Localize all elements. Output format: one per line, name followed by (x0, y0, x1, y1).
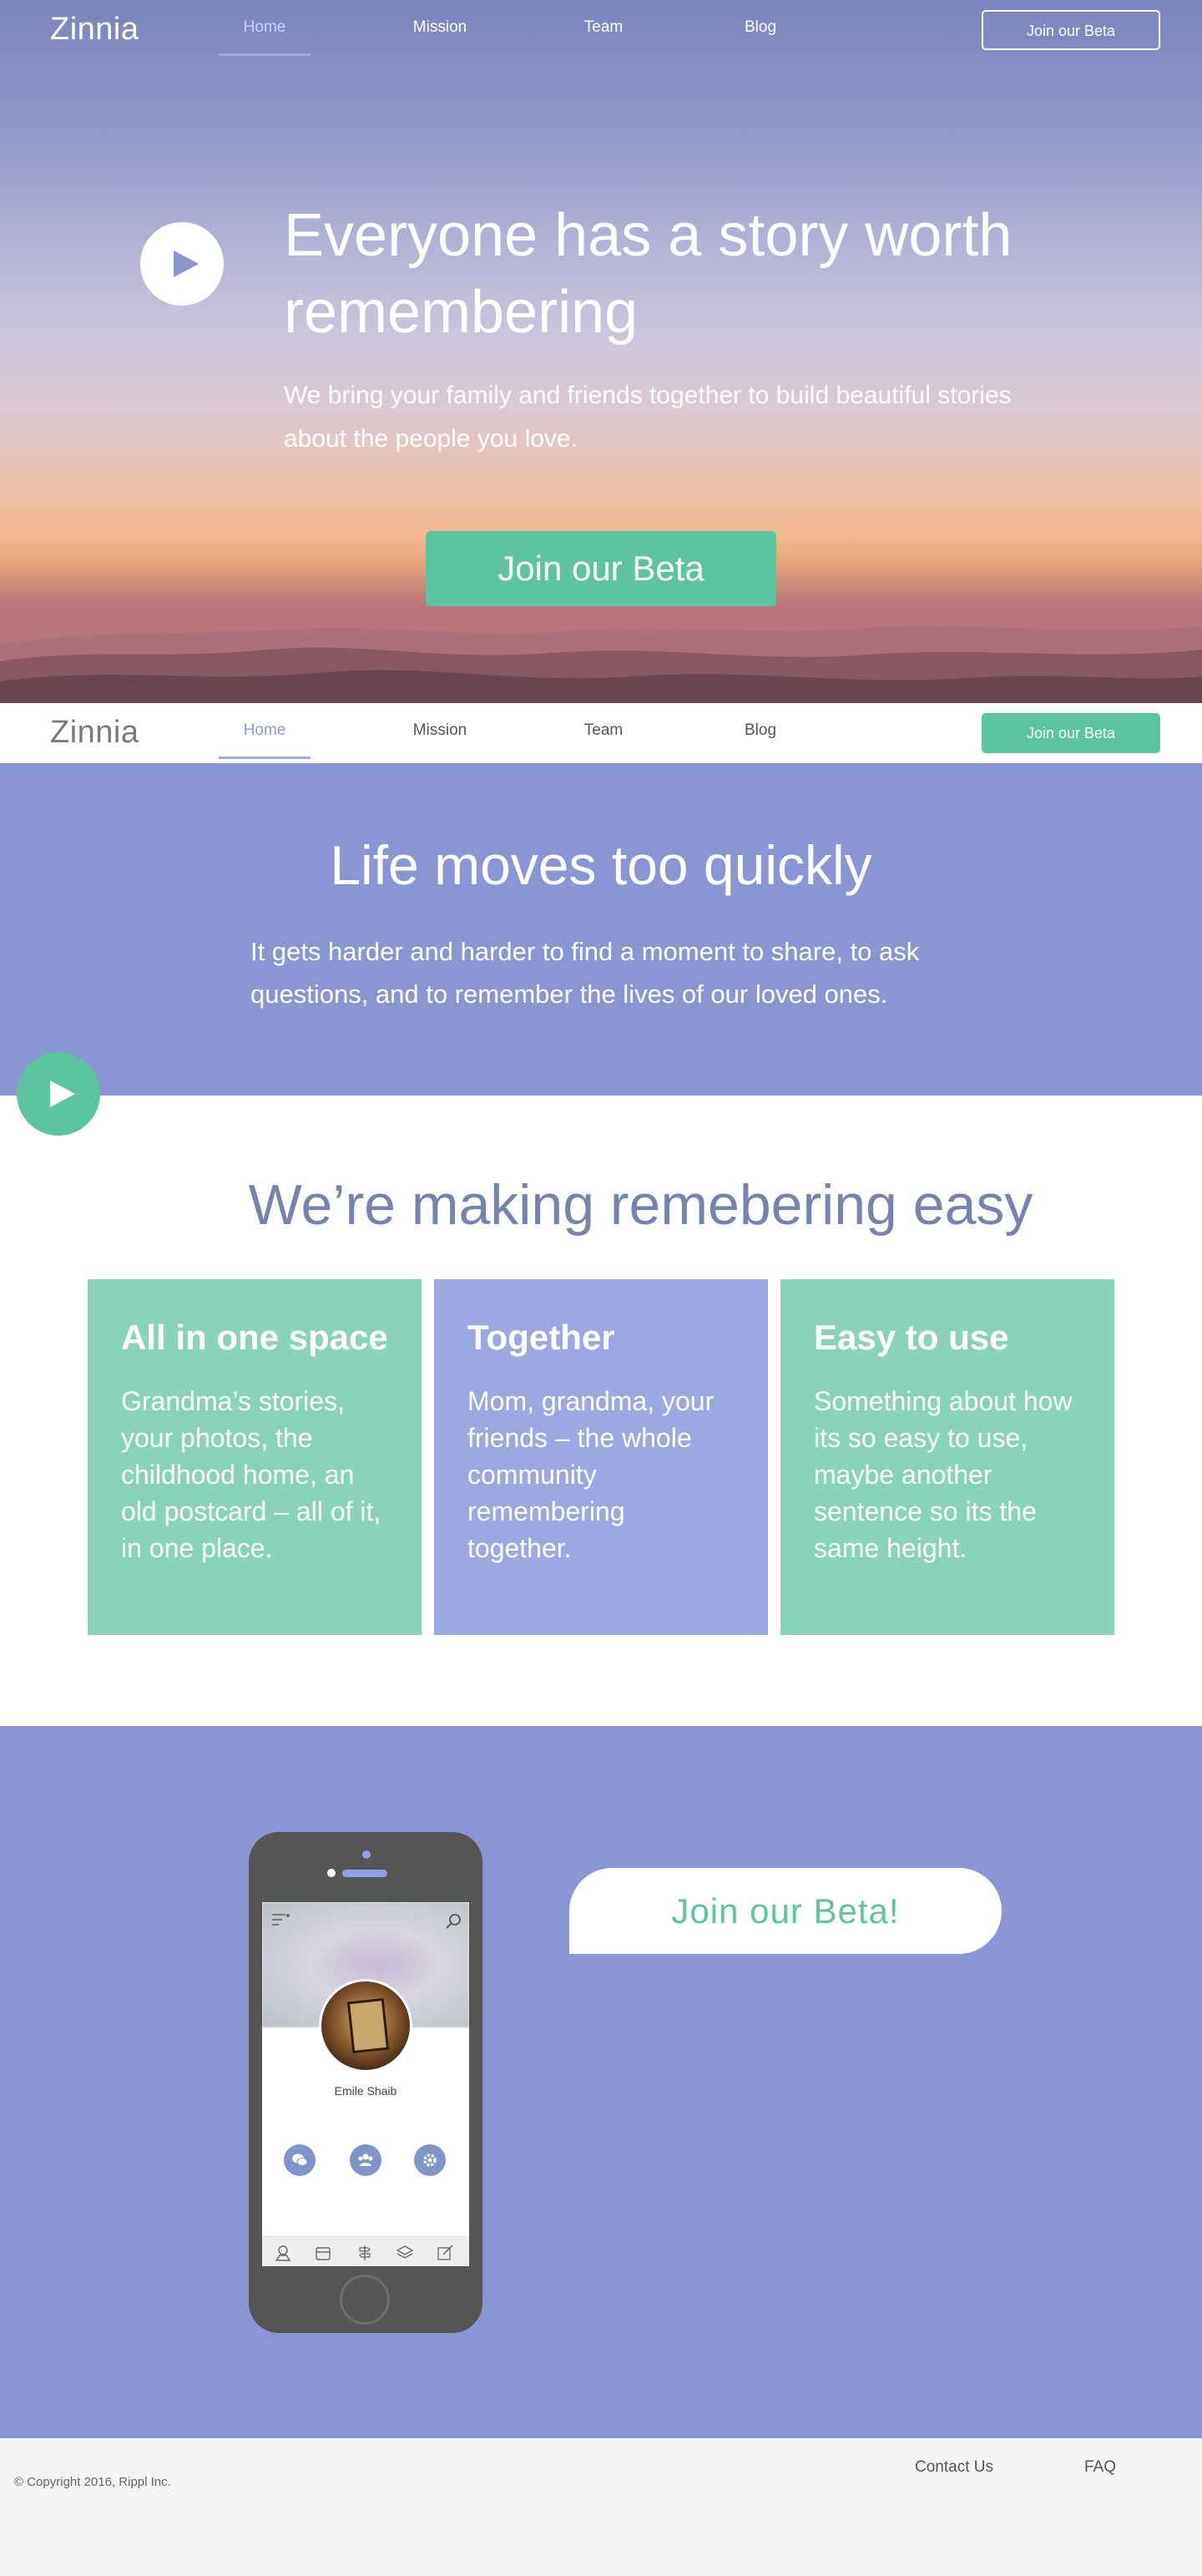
footer-link-contact[interactable]: Contact Us (915, 2458, 993, 2477)
nav-item-team[interactable]: Team (558, 18, 649, 37)
search-icon[interactable] (444, 1912, 462, 1931)
map-pin-icon[interactable] (274, 2244, 292, 2262)
brand-logo[interactable]: Zinnia (50, 12, 139, 48)
phone-tab-bar (262, 2236, 469, 2266)
phone-sensor (327, 1869, 336, 1877)
feature-card-body: Grandma’s stories, your photos, the chil… (121, 1386, 381, 1563)
feature-card-body: Something about how its so easy to use, … (814, 1386, 1073, 1563)
play-video-button[interactable] (140, 222, 224, 306)
feature-card: Easy to use Something about how its so e… (780, 1279, 1114, 1635)
join-beta-main-button[interactable]: Join our Beta! (569, 1868, 1002, 1954)
menu-icon[interactable] (270, 1912, 290, 1927)
sticky-navbar: Zinnia Home Mission Team Blog Join our B… (0, 703, 1202, 763)
life-body: It gets harder and harder to find a mome… (250, 937, 920, 1009)
beta-section: Emile Shaib Join our Beta! (0, 1726, 1202, 2438)
hero-title: Everyone has a story worth remembering (284, 202, 1013, 346)
signpost-icon[interactable] (356, 2244, 374, 2262)
feature-card-title: Together (467, 1318, 615, 1357)
feature-card: Together Mom, grandma, your friends – th… (434, 1279, 768, 1635)
nav-item-home[interactable]: Home (219, 18, 311, 56)
life-section: Life moves too quickly It gets harder an… (0, 763, 1202, 1096)
profile-name: Emile Shaib (334, 2084, 397, 2098)
footer: © Copyright 2016, Rippl Inc. Contact Us … (0, 2438, 1202, 2576)
footer-link-faq[interactable]: FAQ (1084, 2458, 1116, 2477)
join-beta-sticky-button[interactable]: Join our Beta (982, 713, 1160, 753)
hero-subtitle: We bring your family and friends togethe… (284, 382, 1012, 453)
group-icon[interactable] (350, 2144, 381, 2176)
feature-card-title: Easy to use (814, 1318, 1009, 1357)
join-beta-nav-button[interactable]: Join our Beta (982, 10, 1160, 50)
nav-item-mission[interactable]: Mission (394, 18, 486, 37)
phone-speaker (342, 1870, 387, 1877)
phone-camera (362, 1850, 371, 1859)
feature-card-body: Mom, grandma, your friends – the whole c… (467, 1386, 715, 1563)
join-beta-hero-button[interactable]: Join our Beta (426, 531, 776, 606)
nav-item-home[interactable]: Home (219, 721, 311, 759)
hero-section: Zinnia Home Mission Team Blog Join our B… (0, 0, 1202, 703)
play-video-button-secondary[interactable] (17, 1052, 100, 1136)
copyright-text: © Copyright 2016, Rippl Inc. (14, 2475, 171, 2489)
chat-icon[interactable] (284, 2144, 316, 2176)
settings-gear-icon[interactable] (414, 2144, 446, 2176)
nav-item-team[interactable]: Team (558, 721, 649, 740)
top-navbar: Zinnia Home Mission Team Blog Join our B… (0, 0, 1202, 60)
nav-item-blog[interactable]: Blog (715, 721, 806, 740)
avatar (319, 1979, 412, 2072)
compose-icon[interactable] (436, 2244, 454, 2262)
phone-mockup: Emile Shaib (249, 1832, 482, 2333)
features-section: We’re making remebering easy All in one … (0, 1096, 1202, 1726)
layers-icon[interactable] (396, 2244, 414, 2262)
mountain-landscape (0, 625, 1202, 703)
phone-home-button[interactable] (340, 2275, 390, 2325)
feature-card-title: All in one space (121, 1318, 388, 1357)
features-title: We’re making remebering easy (248, 1173, 1033, 1237)
phone-screen: Emile Shaib (262, 1902, 469, 2266)
archive-box-icon[interactable] (314, 2244, 332, 2262)
nav-item-mission[interactable]: Mission (394, 721, 486, 740)
feature-card: All in one space Grandma’s stories, your… (88, 1279, 422, 1635)
life-title: Life moves too quickly (330, 834, 872, 896)
nav-item-blog[interactable]: Blog (715, 18, 806, 37)
brand-logo-sticky[interactable]: Zinnia (50, 715, 139, 751)
